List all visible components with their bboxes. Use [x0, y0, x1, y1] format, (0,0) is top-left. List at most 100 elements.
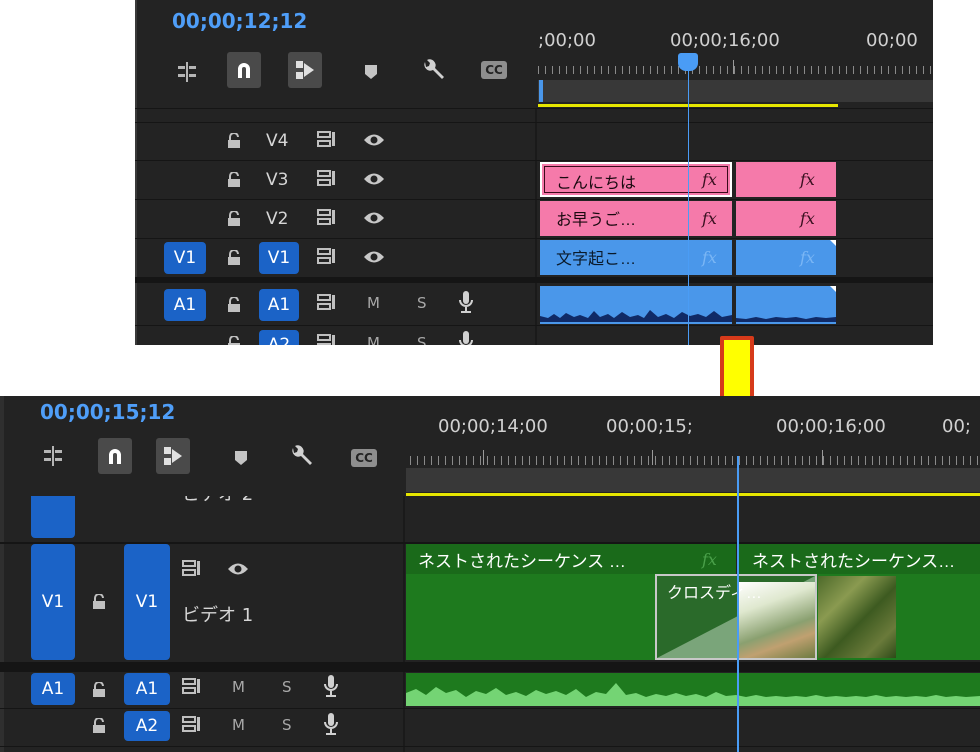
sync-lock-icon[interactable]: [317, 334, 337, 345]
eye-icon[interactable]: [227, 561, 249, 582]
track-target-a1[interactable]: A1: [259, 289, 299, 321]
lock-icon[interactable]: [92, 717, 106, 739]
cross-dissolve-transition[interactable]: クロスディ…: [655, 574, 817, 660]
solo-button[interactable]: S: [282, 678, 292, 696]
fx-badge: fx: [800, 170, 815, 189]
audio-clip[interactable]: [736, 286, 836, 324]
sync-lock-icon[interactable]: [182, 678, 202, 699]
add-marker-icon[interactable]: [229, 444, 253, 472]
audio-clip-nested[interactable]: [406, 673, 980, 706]
wrench-icon[interactable]: [287, 442, 317, 472]
video-clip-mojiokoshi[interactable]: 文字起こ… fx: [540, 240, 732, 275]
separator: [135, 160, 933, 161]
solo-button[interactable]: S: [417, 334, 427, 345]
lock-icon[interactable]: [227, 249, 241, 271]
mute-button[interactable]: M: [232, 678, 245, 696]
video-audio-divider: [0, 662, 980, 672]
ruler-major-tick: [483, 450, 484, 465]
sync-lock-icon[interactable]: [182, 560, 202, 581]
solo-button[interactable]: S: [282, 716, 292, 734]
lock-icon[interactable]: [92, 593, 106, 615]
eye-icon[interactable]: [363, 249, 385, 270]
track-label-v3[interactable]: V3: [266, 170, 288, 190]
playhead-timecode[interactable]: 00;00;12;12: [172, 9, 307, 33]
sync-lock-icon[interactable]: [317, 294, 337, 315]
separator: [135, 122, 933, 123]
sync-lock-icon[interactable]: [317, 209, 337, 230]
ruler-label: 00;00;16;00: [776, 416, 886, 437]
track-target-v1[interactable]: V1: [124, 544, 170, 660]
text-clip-ohayou[interactable]: お早うご… fx: [540, 201, 732, 236]
clip-name: こんにちは: [556, 175, 637, 192]
source-patch-v1[interactable]: V1: [31, 544, 75, 660]
lock-icon[interactable]: [227, 132, 241, 154]
snap-magnet-icon[interactable]: [98, 438, 132, 474]
eye-icon[interactable]: [363, 132, 385, 153]
insert-nested-icon[interactable]: [39, 442, 67, 470]
track-target-a2[interactable]: A2: [124, 711, 170, 741]
mute-button[interactable]: M: [232, 716, 245, 734]
track-label-v2[interactable]: V2: [266, 209, 288, 229]
eye-icon[interactable]: [363, 210, 385, 231]
wrench-icon[interactable]: [419, 56, 449, 86]
track-name-video1: ビデオ 1: [182, 605, 254, 626]
mute-button[interactable]: M: [367, 334, 380, 345]
sync-lock-icon[interactable]: [317, 131, 337, 152]
audio-clip[interactable]: [540, 286, 732, 324]
lock-icon[interactable]: [92, 681, 106, 703]
time-ruler[interactable]: [410, 456, 980, 465]
source-patch-a1[interactable]: A1: [164, 289, 206, 321]
ruler-label: 00;: [942, 416, 971, 437]
clip-thumbnail: [818, 576, 896, 658]
clip-name: ネストされたシーケンス…: [752, 552, 956, 571]
linked-selection-icon[interactable]: [156, 438, 190, 474]
text-clip-konnichiwa[interactable]: こんにちは fx: [540, 162, 732, 197]
ruler-major-tick: [822, 450, 823, 465]
captions-cc-icon[interactable]: CC: [481, 60, 507, 80]
clip-name: 文字起こ…: [556, 251, 637, 268]
microphone-icon[interactable]: [323, 674, 339, 703]
lock-icon[interactable]: [227, 335, 241, 345]
work-area-bar[interactable]: [406, 468, 980, 492]
sync-lock-icon[interactable]: [182, 716, 202, 737]
track-target-v1[interactable]: V1: [259, 242, 299, 274]
sync-lock-icon[interactable]: [317, 248, 337, 269]
lock-icon[interactable]: [227, 210, 241, 232]
microphone-icon[interactable]: [323, 712, 339, 741]
text-clip[interactable]: fx: [736, 201, 836, 236]
ruler-label: 00;00;15;: [606, 416, 693, 437]
mute-button[interactable]: M: [367, 294, 380, 312]
playhead-line[interactable]: [688, 60, 689, 345]
track-name: ビデオ 2: [182, 484, 254, 505]
microphone-icon[interactable]: [458, 330, 474, 345]
source-patch-v1[interactable]: V1: [164, 242, 206, 274]
fx-badge: fx: [800, 248, 815, 267]
sync-lock-icon[interactable]: [317, 170, 337, 191]
add-marker-icon[interactable]: [359, 58, 383, 86]
track-label-v4[interactable]: V4: [266, 131, 288, 151]
lock-icon[interactable]: [227, 171, 241, 193]
text-clip[interactable]: fx: [736, 162, 836, 197]
snap-magnet-icon[interactable]: [227, 52, 261, 88]
playhead-line[interactable]: [737, 456, 739, 752]
track-target-a1[interactable]: A1: [124, 673, 170, 705]
ruler-label: ;00;00: [538, 30, 596, 51]
playhead-timecode[interactable]: 00;00;15;12: [40, 400, 175, 424]
microphone-icon[interactable]: [458, 290, 474, 319]
fx-badge: fx: [702, 209, 717, 228]
video-clip[interactable]: fx: [736, 240, 836, 275]
source-patch-a1[interactable]: A1: [31, 673, 75, 705]
playhead-handle[interactable]: [678, 53, 698, 71]
captions-label: CC: [485, 63, 503, 77]
work-area-bar[interactable]: [538, 80, 933, 102]
captions-cc-icon[interactable]: CC: [351, 448, 377, 468]
lock-icon[interactable]: [227, 296, 241, 318]
eye-icon[interactable]: [363, 171, 385, 192]
track-target-a2[interactable]: A2: [259, 330, 299, 345]
source-patch-v2[interactable]: [31, 496, 75, 538]
insert-nested-icon[interactable]: [173, 58, 201, 86]
time-ruler[interactable]: [538, 66, 933, 74]
linked-selection-icon[interactable]: [288, 52, 322, 88]
solo-button[interactable]: S: [417, 294, 427, 312]
in-point-marker[interactable]: [539, 80, 543, 102]
